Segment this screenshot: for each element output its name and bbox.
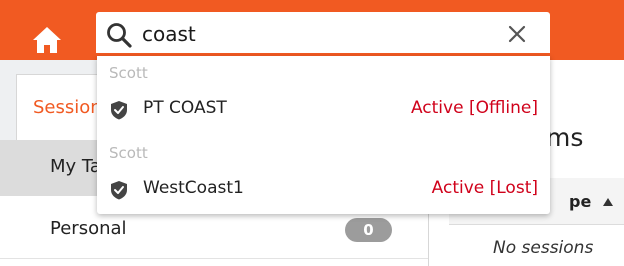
group-label: Scott xyxy=(109,64,148,82)
result-name: PT COAST xyxy=(143,98,227,118)
close-icon[interactable] xyxy=(507,24,527,44)
empty-state-text: No sessions xyxy=(493,238,594,258)
shield-icon xyxy=(111,101,127,120)
search-results-dropdown: Scott PT COAST Active [Offline] Scott We… xyxy=(97,56,550,214)
search-result-item[interactable]: WestCoast1 Active [Lost] xyxy=(97,172,550,206)
count-badge: 0 xyxy=(345,218,392,242)
search-input[interactable] xyxy=(142,18,502,50)
group-label: Scott xyxy=(109,144,148,162)
sort-up-icon[interactable] xyxy=(602,197,614,207)
home-button[interactable] xyxy=(28,23,66,57)
panel-title: ms xyxy=(546,123,584,152)
list-item-label: Personal xyxy=(50,218,127,239)
home-icon xyxy=(33,27,61,53)
result-status: Active [Lost] xyxy=(431,178,538,198)
top-bar xyxy=(0,0,624,60)
search-result-item[interactable]: PT COAST Active [Offline] xyxy=(97,92,550,126)
column-header-label: pe xyxy=(569,192,592,211)
result-status: Active [Offline] xyxy=(410,98,538,118)
shield-icon xyxy=(111,181,127,200)
result-name: WestCoast1 xyxy=(143,178,244,198)
search-box xyxy=(96,12,550,56)
search-icon xyxy=(107,23,132,48)
